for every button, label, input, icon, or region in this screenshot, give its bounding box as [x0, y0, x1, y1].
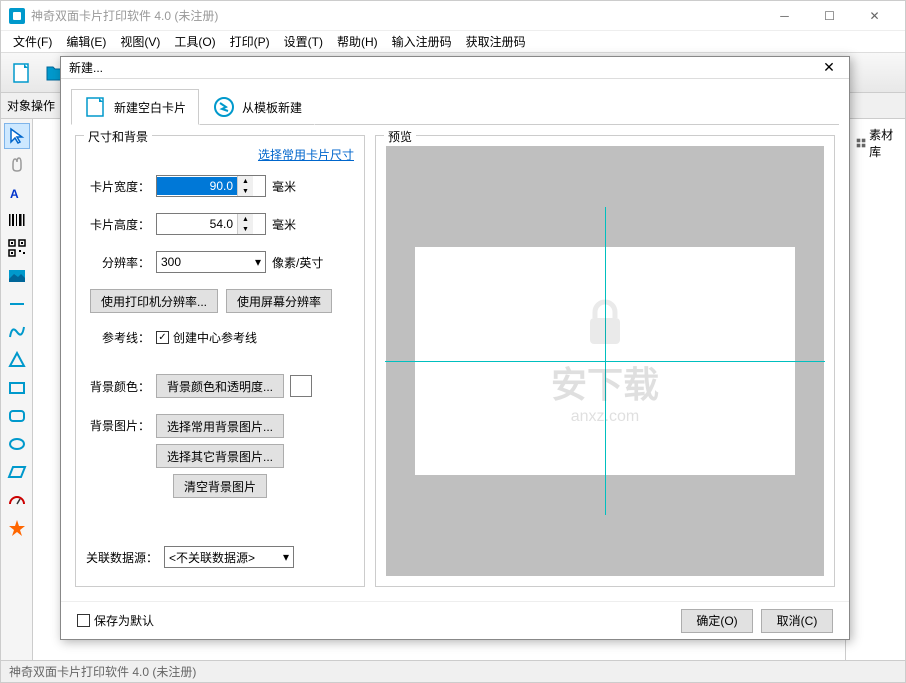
minimize-button[interactable]: ─	[762, 1, 807, 31]
guides-label: 参考线：	[86, 329, 150, 346]
app-icon	[9, 8, 25, 24]
tool-image[interactable]	[4, 263, 30, 289]
titlebar: 神奇双面卡片打印软件 4.0 (未注册) ─ ☐ ✕	[1, 1, 905, 31]
btn-screen-dpi[interactable]: 使用屏幕分辨率	[226, 289, 332, 313]
width-input[interactable]: ▲▼	[156, 175, 266, 197]
menu-tools[interactable]: 工具(O)	[168, 31, 221, 52]
size-bg-group: 尺寸和背景 选择常用卡片尺寸 卡片宽度： ▲▼ 毫米 卡片高度： ▲▼	[75, 135, 365, 587]
menubar: 文件(F) 编辑(E) 视图(V) 工具(O) 打印(P) 设置(T) 帮助(H…	[1, 31, 905, 53]
dpi-select[interactable]: 300	[156, 251, 266, 273]
tab-from-template[interactable]: 从模板新建	[199, 89, 315, 125]
tool-curve[interactable]	[4, 319, 30, 345]
height-label: 卡片高度：	[86, 216, 150, 233]
width-up[interactable]: ▲	[238, 176, 253, 186]
preview-area: 安下载 anxz.com	[386, 146, 824, 576]
dialog-close-button[interactable]: ✕	[817, 58, 841, 78]
tool-select[interactable]	[4, 123, 30, 149]
btn-bgimg-other[interactable]: 选择其它背景图片...	[156, 444, 284, 468]
menu-file[interactable]: 文件(F)	[7, 31, 58, 52]
btn-bgimg-clear[interactable]: 清空背景图片	[173, 474, 267, 498]
tool-palette: A	[1, 119, 33, 660]
width-label: 卡片宽度：	[86, 178, 150, 195]
preview-group: 预览 安下载 anxz.com	[375, 135, 835, 587]
cancel-button[interactable]: 取消(C)	[761, 609, 833, 633]
datasource-label: 关联数据源：	[86, 549, 158, 566]
template-icon	[212, 95, 236, 119]
maximize-button[interactable]: ☐	[807, 1, 852, 31]
btn-printer-dpi[interactable]: 使用打印机分辨率...	[90, 289, 218, 313]
guide-vertical	[605, 207, 606, 515]
menu-regcode[interactable]: 输入注册码	[386, 31, 458, 52]
height-down[interactable]: ▼	[238, 224, 253, 234]
right-panel: 素材库	[845, 119, 905, 660]
bgcolor-swatch[interactable]	[290, 375, 312, 397]
tool-qrcode[interactable]	[4, 235, 30, 261]
btn-bgcolor[interactable]: 背景颜色和透明度...	[156, 374, 284, 398]
menu-view[interactable]: 视图(V)	[114, 31, 166, 52]
datasource-select[interactable]: <不关联数据源>	[164, 546, 294, 568]
height-input[interactable]: ▲▼	[156, 213, 266, 235]
toolbar-new-icon[interactable]	[7, 58, 37, 88]
tool-gauge[interactable]	[4, 487, 30, 513]
tool-rect[interactable]	[4, 375, 30, 401]
tool-star[interactable]	[4, 515, 30, 541]
svg-text:A: A	[10, 187, 19, 201]
ok-button[interactable]: 确定(O)	[681, 609, 753, 633]
height-up[interactable]: ▲	[238, 214, 253, 224]
library-tab[interactable]: 素材库	[850, 123, 901, 163]
tool-parallelogram[interactable]	[4, 459, 30, 485]
tool-text[interactable]: A	[4, 179, 30, 205]
status-text: 神奇双面卡片打印软件 4.0 (未注册)	[9, 663, 196, 680]
app-title: 神奇双面卡片打印软件 4.0 (未注册)	[31, 7, 762, 24]
bgcolor-label: 背景颜色：	[86, 378, 150, 395]
link-common-size[interactable]: 选择常用卡片尺寸	[258, 148, 354, 162]
tool-hand[interactable]	[4, 151, 30, 177]
tool-ellipse[interactable]	[4, 431, 30, 457]
width-down[interactable]: ▼	[238, 186, 253, 196]
tool-barcode[interactable]	[4, 207, 30, 233]
save-default-checkbox[interactable]: ✓ 保存为默认	[77, 612, 154, 629]
close-button[interactable]: ✕	[852, 1, 897, 31]
dialog-title: 新建...	[69, 59, 817, 76]
menu-help[interactable]: 帮助(H)	[331, 31, 384, 52]
card-preview	[415, 247, 795, 475]
dpi-label: 分辨率：	[86, 254, 150, 271]
object-label: 对象操作	[7, 97, 55, 114]
new-dialog: 新建... ✕ 新建空白卡片 从模板新建 尺寸和背景 选择常用卡片尺寸 卡片宽度…	[60, 56, 850, 640]
menu-edit[interactable]: 编辑(E)	[60, 31, 112, 52]
bgimg-label: 背景图片：	[86, 414, 150, 434]
tool-roundrect[interactable]	[4, 403, 30, 429]
blank-card-icon	[84, 95, 108, 119]
menu-getreg[interactable]: 获取注册码	[460, 31, 532, 52]
tool-line[interactable]	[4, 291, 30, 317]
tool-triangle[interactable]	[4, 347, 30, 373]
menu-settings[interactable]: 设置(T)	[278, 31, 329, 52]
guides-checkbox[interactable]: ✓ 创建中心参考线	[156, 329, 257, 346]
statusbar: 神奇双面卡片打印软件 4.0 (未注册)	[1, 660, 905, 682]
tab-blank-card[interactable]: 新建空白卡片	[71, 89, 199, 125]
btn-bgimg-common[interactable]: 选择常用背景图片...	[156, 414, 284, 438]
menu-print[interactable]: 打印(P)	[224, 31, 276, 52]
